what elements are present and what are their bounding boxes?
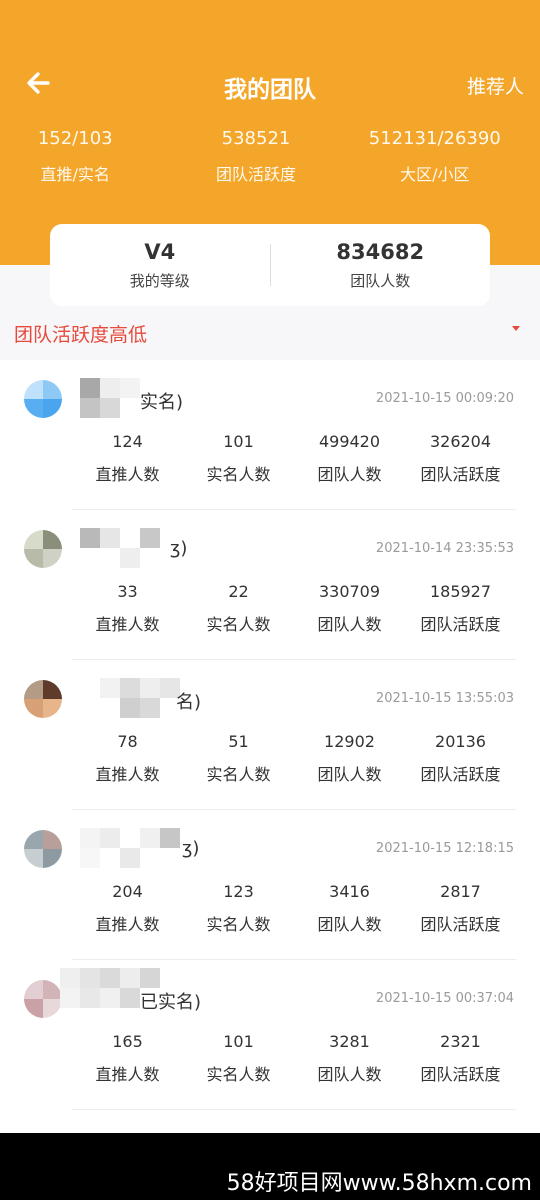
timestamp: 2021-10-15 13:55:03 xyxy=(375,691,514,706)
verified-count: 101 xyxy=(223,432,254,451)
team-activity: 20136 xyxy=(435,732,486,751)
timestamp: 2021-10-15 00:37:04 xyxy=(375,991,514,1006)
stat-label: 直推/实名 xyxy=(40,165,110,184)
name-redacted xyxy=(80,528,180,568)
team-count: 12902 xyxy=(324,732,375,751)
metric-label: 直推人数 xyxy=(95,615,160,634)
metric-label: 团队活跃度 xyxy=(420,915,501,934)
name-suffix: 已实名) xyxy=(140,992,202,1013)
metric-label: 团队活跃度 xyxy=(420,615,501,634)
avatar xyxy=(24,980,62,1018)
summary-card: V4 我的等级 834682 团队人数 xyxy=(50,224,490,306)
timestamp: 2021-10-14 23:35:53 xyxy=(375,541,514,556)
member-list[interactable]: 实名) 2021-10-15 00:09:20 124 直推人数 101 实名人数 … xyxy=(0,360,540,1133)
team-count: 3281 xyxy=(329,1032,370,1051)
level-cell: V4 我的等级 xyxy=(50,240,270,291)
name-suffix: ʒ) xyxy=(170,538,188,559)
team-count-value: 834682 xyxy=(336,239,425,264)
metric-label: 直推人数 xyxy=(95,465,160,484)
member-metrics: 78 直推人数 51 实名人数 12902 团队人数 20136 团队活跃度 xyxy=(72,732,516,785)
metric-label: 团队人数 xyxy=(317,915,382,934)
page-title: 我的团队 xyxy=(224,77,316,103)
metric-label: 团队人数 xyxy=(317,615,382,634)
level-label: 我的等级 xyxy=(129,271,190,290)
list-item[interactable]: ʒ) 2021-10-15 12:18:15 204 直推人数 123 实名人数 3… xyxy=(0,810,540,960)
team-count: 330709 xyxy=(318,582,381,601)
member-metrics: 124 直推人数 101 实名人数 499420 团队人数 326204 团队活跃度 xyxy=(72,432,516,485)
direct-count: 33 xyxy=(117,582,138,601)
list-item[interactable]: ʒ) 2021-10-14 23:35:53 33 直推人数 22 实名人数 330… xyxy=(0,510,540,660)
verified-count: 123 xyxy=(223,882,254,901)
team-activity: 2321 xyxy=(440,1032,481,1051)
metric-label: 直推人数 xyxy=(95,765,160,784)
metric-label: 实名人数 xyxy=(206,765,271,784)
avatar xyxy=(24,530,62,568)
metric-label: 团队人数 xyxy=(317,765,382,784)
team-activity: 185927 xyxy=(429,582,492,601)
list-item[interactable]: 已实名) 2021-10-15 00:37:04 165 直推人数 101 实名人数… xyxy=(0,960,540,1110)
caret-down-icon[interactable] xyxy=(512,326,520,331)
stat-value: 512131/26390 xyxy=(368,128,501,149)
verified-count: 101 xyxy=(223,1032,254,1051)
list-item[interactable]: 实名) 2021-10-15 00:09:20 124 直推人数 101 实名人数 … xyxy=(0,360,540,510)
name-suffix: ʒ) xyxy=(182,838,200,859)
stat-region: 512131/26390 大区/小区 xyxy=(330,128,540,185)
metric-label: 团队人数 xyxy=(317,465,382,484)
name-suffix: 实名) xyxy=(140,392,184,413)
team-stats: 152/103 直推/实名 538521 团队活跃度 512131/26390 … xyxy=(0,128,540,185)
metric-label: 实名人数 xyxy=(206,615,271,634)
name-redacted xyxy=(100,678,180,718)
direct-count: 124 xyxy=(112,432,143,451)
metric-label: 团队人数 xyxy=(317,1065,382,1084)
metric-label: 实名人数 xyxy=(206,915,271,934)
sort-selector[interactable]: 团队活跃度高低 xyxy=(14,320,147,347)
stat-label: 大区/小区 xyxy=(400,165,470,184)
name-redacted xyxy=(80,828,180,868)
name-suffix: 名) xyxy=(176,692,202,713)
member-metrics: 165 直推人数 101 实名人数 3281 团队人数 2321 团队活跃度 xyxy=(72,1032,516,1085)
avatar xyxy=(24,380,62,418)
metric-label: 直推人数 xyxy=(95,1065,160,1084)
stat-team-activity: 538521 团队活跃度 xyxy=(180,128,331,185)
team-count-label: 团队人数 xyxy=(350,271,411,290)
stat-value: 538521 xyxy=(221,128,291,149)
team-count: 3416 xyxy=(329,882,370,901)
metric-label: 团队活跃度 xyxy=(420,765,501,784)
level-value: V4 xyxy=(144,239,176,264)
team-activity: 2817 xyxy=(440,882,481,901)
metric-label: 团队活跃度 xyxy=(420,1065,501,1084)
direct-count: 78 xyxy=(117,732,138,751)
verified-count: 51 xyxy=(228,732,249,751)
timestamp: 2021-10-15 00:09:20 xyxy=(375,391,514,406)
row-divider xyxy=(72,1109,516,1110)
direct-count: 165 xyxy=(112,1032,143,1051)
timestamp: 2021-10-15 12:18:15 xyxy=(375,841,514,856)
stat-label: 团队活跃度 xyxy=(215,165,296,184)
metric-label: 直推人数 xyxy=(95,915,160,934)
metric-label: 团队活跃度 xyxy=(420,465,501,484)
avatar xyxy=(24,680,62,718)
stat-direct-verified: 152/103 直推/实名 xyxy=(0,128,180,185)
metric-label: 实名人数 xyxy=(206,465,271,484)
avatar xyxy=(24,830,62,868)
metric-label: 实名人数 xyxy=(206,1065,271,1084)
list-item[interactable]: 名) 2021-10-15 13:55:03 78 直推人数 51 实名人数 129… xyxy=(0,660,540,810)
team-count: 499420 xyxy=(318,432,381,451)
referrer-button[interactable]: 推荐人 xyxy=(467,72,524,99)
member-metrics: 33 直推人数 22 实名人数 330709 团队人数 185927 团队活跃度 xyxy=(72,582,516,635)
team-count-cell: 834682 团队人数 xyxy=(271,240,491,291)
watermark: 58好项目网www.58hxm.com xyxy=(226,1171,532,1196)
direct-count: 204 xyxy=(112,882,143,901)
member-metrics: 204 直推人数 123 实名人数 3416 团队人数 2817 团队活跃度 xyxy=(72,882,516,935)
verified-count: 22 xyxy=(228,582,249,601)
team-activity: 326204 xyxy=(429,432,492,451)
stat-value: 152/103 xyxy=(37,128,113,149)
